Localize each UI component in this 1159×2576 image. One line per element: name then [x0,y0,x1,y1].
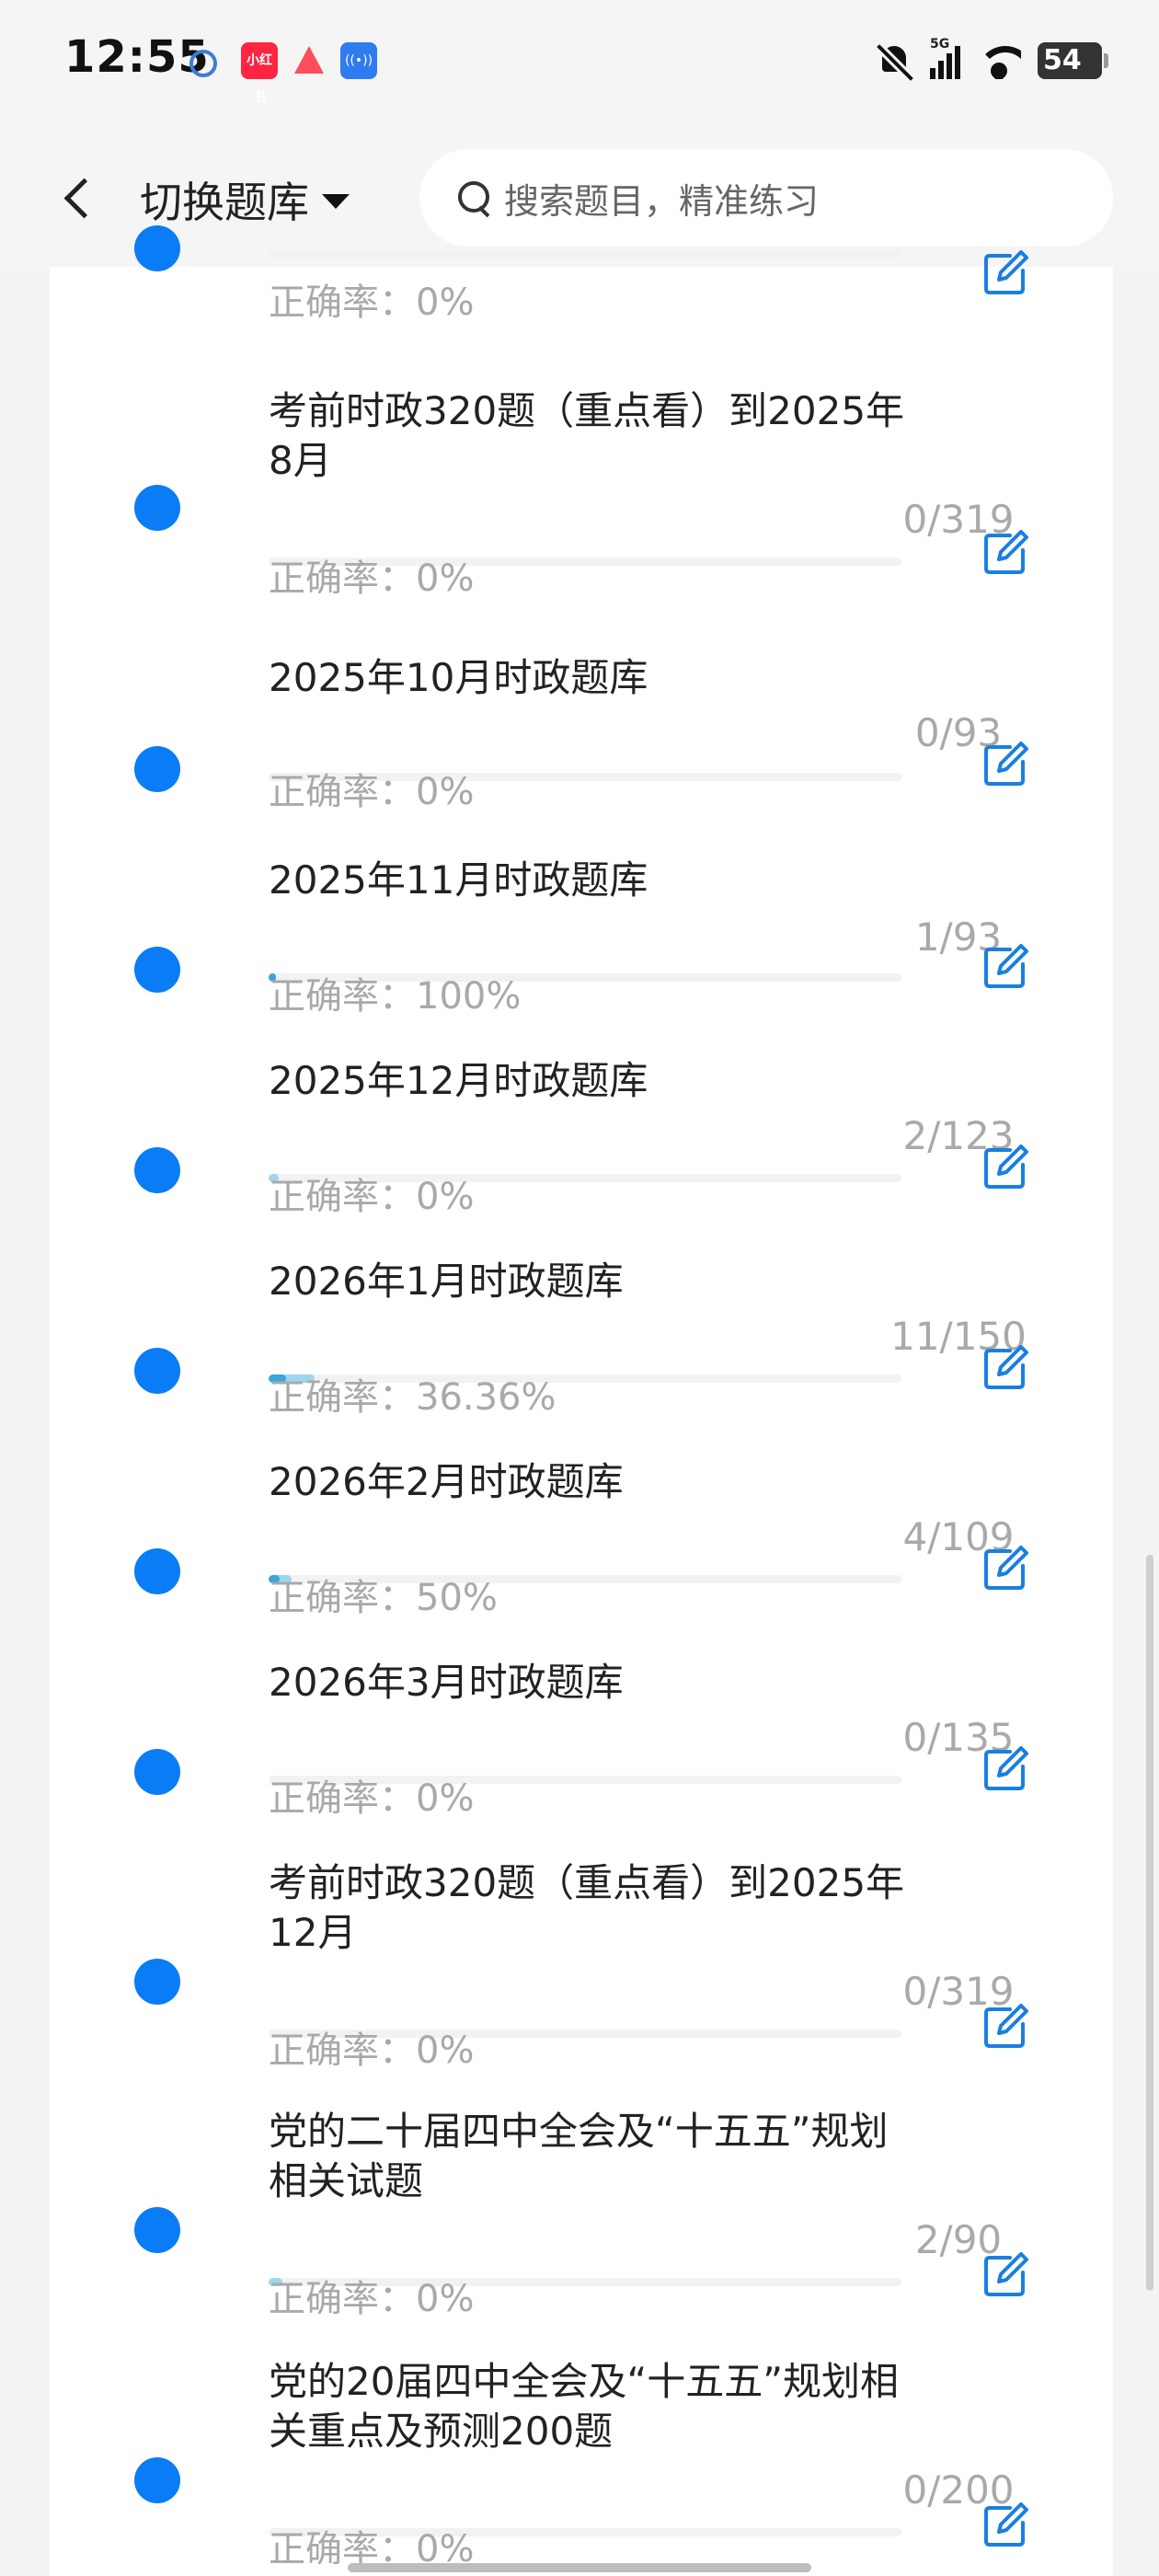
battery-icon: 54 [1038,42,1108,79]
accuracy-text: 正确率：0% [269,558,475,600]
edit-icon[interactable] [982,1544,1030,1592]
progress-count: 0/135 [902,1715,1015,1760]
progress-count: 1/93 [914,914,1003,960]
progress-count: 0/319 [902,497,1015,542]
accuracy-text: 正确率：0% [269,1777,475,1820]
status-bar: 12:55 小红书 ((•)) 5G 54 [0,0,1159,129]
item-title: 2025年12月时政题库 [269,1058,648,1103]
accuracy-text: 正确率：0% [269,2278,475,2320]
scrollbar[interactable] [1146,1555,1153,2291]
accuracy-text: 正确率：100% [269,975,522,1018]
progress-count: 2/90 [914,2217,1003,2262]
list-item[interactable]: 党的20届四中全会及“十五五”规划相关重点及预测200题 正确率：0% 0/200 [50,2357,1113,2576]
edit-icon[interactable] [982,1744,1030,1792]
list-item[interactable]: 考前时政320题（重点看）到2025年12月正确率：0% 0/319 [50,1858,1113,2098]
edit-icon[interactable] [982,1343,1030,1391]
status-dot [134,1548,180,1594]
item-title: 2025年11月时政题库 [269,857,648,903]
item-title: 2026年3月时政题库 [269,1660,624,1705]
status-dot [134,2457,180,2503]
progress-count: 2/123 [902,1113,1015,1158]
question-bank-list: 正确率：0% 考前时政320题（重点看）到2025年8月 正确率：0% 0/319 20… [50,225,1113,2576]
status-dot [134,485,180,531]
status-indicators: 5G 54 [877,37,1108,85]
status-dot [134,1959,180,2005]
edit-icon[interactable] [982,2250,1030,2298]
edit-icon[interactable] [982,1143,1030,1190]
edit-icon[interactable] [982,528,1030,576]
status-dot [134,1348,180,1394]
status-dot [134,746,180,792]
bubble-app-icon [189,50,217,77]
item-title: 2025年10月时政题库 [269,655,648,700]
edit-icon[interactable] [982,2002,1030,2050]
accuracy-text: 正确率：0% [269,282,475,324]
progress-count: 0/319 [902,1969,1015,2014]
list-item[interactable]: 考前时政320题（重点看）到2025年8月正确率：0% 0/319 [50,386,1113,626]
hotspot-app-icon: ((•)) [340,42,377,79]
network-type: 5G [930,37,950,52]
progress-count: 4/109 [902,1514,1015,1559]
progress-bar [269,250,901,259]
edit-icon[interactable] [982,740,1030,788]
item-title: 2026年1月时政题库 [269,1259,624,1304]
signal-icon: 5G [930,37,960,79]
edit-icon[interactable] [982,248,1030,296]
accuracy-text: 正确率：0% [269,771,475,813]
edit-icon[interactable] [982,2501,1030,2548]
accuracy-text: 正确率：50% [269,1577,498,1619]
accuracy-text: 正确率：0% [269,1176,475,1218]
accuracy-text: 正确率：0% [269,2030,475,2072]
status-dot [134,1749,180,1795]
accuracy-text: 正确率：36.36% [269,1376,557,1419]
item-title: 考前时政320题（重点看）到2025年8月 [269,388,905,483]
item-title: 党的二十届四中全会及“十五五”规划相关试题 [269,2109,889,2203]
list-item[interactable]: 党的二十届四中全会及“十五五”规划相关试题正确率：0% 2/90 [50,2107,1113,2346]
item-title: 考前时政320题（重点看）到2025年12月 [269,1860,905,1955]
home-indicator[interactable] [348,2563,811,2572]
item-title: 2026年2月时政题库 [269,1459,624,1504]
wifi-icon [977,42,1021,79]
status-time: 12:55 [64,31,210,83]
watermelon-app-icon [291,42,327,79]
list-item[interactable]: 正确率：0% [50,129,1113,368]
edit-icon[interactable] [982,942,1030,990]
bell-muted-icon [877,42,913,79]
status-dot [134,2207,180,2253]
xiaohongshu-icon: 小红书 [241,42,278,105]
status-dot [134,1147,180,1193]
status-dot [134,947,180,993]
status-dot [134,225,180,271]
progress-count: 11/150 [890,1314,1027,1359]
progress-count: 0/200 [902,2467,1015,2513]
item-title: 党的20届四中全会及“十五五”规划相关重点及预测200题 [269,2359,899,2454]
progress-count: 0/93 [914,710,1003,755]
